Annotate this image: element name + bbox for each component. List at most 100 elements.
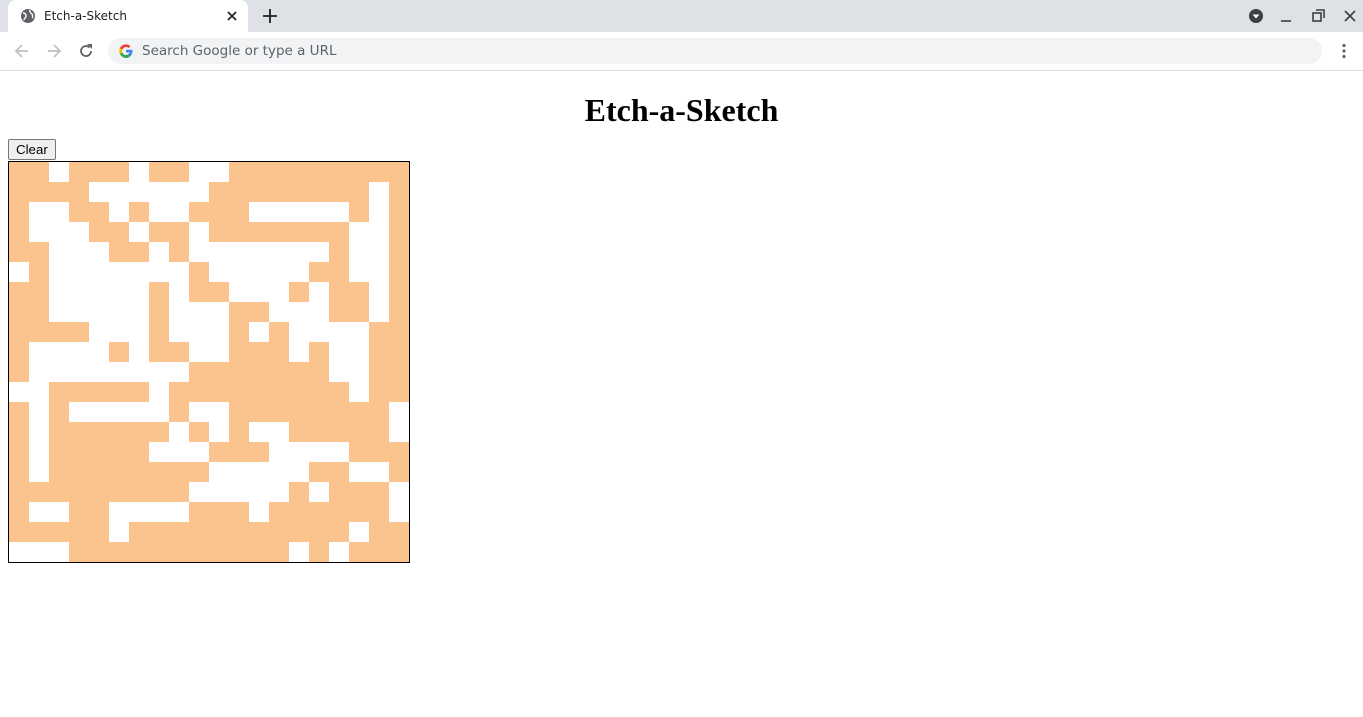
grid-cell[interactable] [389, 382, 409, 402]
grid-cell[interactable] [269, 222, 289, 242]
grid-cell[interactable] [209, 542, 229, 562]
grid-cell[interactable] [229, 442, 249, 462]
grid-cell[interactable] [189, 282, 209, 302]
grid-cell[interactable] [249, 322, 269, 342]
grid-cell[interactable] [349, 322, 369, 342]
grid-cell[interactable] [229, 402, 249, 422]
grid-cell[interactable] [389, 322, 409, 342]
grid-cell[interactable] [269, 342, 289, 362]
grid-cell[interactable] [329, 182, 349, 202]
grid-cell[interactable] [69, 482, 89, 502]
grid-cell[interactable] [229, 322, 249, 342]
grid-cell[interactable] [9, 382, 29, 402]
grid-cell[interactable] [109, 382, 129, 402]
grid-cell[interactable] [269, 382, 289, 402]
grid-cell[interactable] [49, 242, 69, 262]
grid-cell[interactable] [369, 182, 389, 202]
grid-cell[interactable] [189, 362, 209, 382]
grid-cell[interactable] [349, 342, 369, 362]
grid-cell[interactable] [389, 502, 409, 522]
grid-cell[interactable] [109, 262, 129, 282]
grid-cell[interactable] [29, 522, 49, 542]
grid-cell[interactable] [369, 522, 389, 542]
grid-cell[interactable] [309, 322, 329, 342]
grid-cell[interactable] [249, 242, 269, 262]
grid-cell[interactable] [329, 362, 349, 382]
grid-cell[interactable] [249, 362, 269, 382]
grid-cell[interactable] [209, 262, 229, 282]
grid-cell[interactable] [329, 422, 349, 442]
grid-cell[interactable] [9, 542, 29, 562]
grid-cell[interactable] [349, 422, 369, 442]
grid-cell[interactable] [249, 482, 269, 502]
grid-cell[interactable] [89, 462, 109, 482]
grid-cell[interactable] [229, 462, 249, 482]
grid-cell[interactable] [9, 422, 29, 442]
grid-cell[interactable] [129, 222, 149, 242]
grid-cell[interactable] [169, 262, 189, 282]
grid-cell[interactable] [329, 242, 349, 262]
grid-cell[interactable] [389, 222, 409, 242]
forward-arrow-icon[interactable] [44, 41, 64, 61]
grid-cell[interactable] [49, 162, 69, 182]
grid-cell[interactable] [349, 522, 369, 542]
grid-cell[interactable] [169, 362, 189, 382]
grid-cell[interactable] [69, 542, 89, 562]
grid-cell[interactable] [309, 222, 329, 242]
grid-cell[interactable] [289, 462, 309, 482]
grid-cell[interactable] [109, 402, 129, 422]
grid-cell[interactable] [249, 222, 269, 242]
grid-cell[interactable] [149, 202, 169, 222]
grid-cell[interactable] [329, 522, 349, 542]
grid-cell[interactable] [289, 362, 309, 382]
grid-cell[interactable] [229, 182, 249, 202]
grid-cell[interactable] [389, 202, 409, 222]
grid-cell[interactable] [29, 462, 49, 482]
grid-cell[interactable] [49, 282, 69, 302]
grid-cell[interactable] [209, 382, 229, 402]
grid-cell[interactable] [29, 442, 49, 462]
grid-cell[interactable] [89, 422, 109, 442]
grid-cell[interactable] [169, 222, 189, 242]
grid-cell[interactable] [369, 502, 389, 522]
grid-cell[interactable] [389, 182, 409, 202]
grid-cell[interactable] [49, 222, 69, 242]
grid-cell[interactable] [29, 322, 49, 342]
grid-cell[interactable] [349, 302, 369, 322]
grid-cell[interactable] [49, 362, 69, 382]
grid-cell[interactable] [49, 262, 69, 282]
grid-cell[interactable] [369, 262, 389, 282]
grid-cell[interactable] [249, 502, 269, 522]
grid-cell[interactable] [89, 202, 109, 222]
grid-cell[interactable] [229, 162, 249, 182]
grid-cell[interactable] [9, 182, 29, 202]
grid-cell[interactable] [289, 182, 309, 202]
grid-cell[interactable] [329, 402, 349, 422]
grid-cell[interactable] [129, 362, 149, 382]
grid-cell[interactable] [29, 402, 49, 422]
grid-cell[interactable] [69, 442, 89, 462]
grid-cell[interactable] [9, 402, 29, 422]
grid-cell[interactable] [289, 402, 309, 422]
grid-cell[interactable] [169, 442, 189, 462]
grid-cell[interactable] [189, 162, 209, 182]
grid-cell[interactable] [49, 502, 69, 522]
grid-cell[interactable] [329, 462, 349, 482]
grid-cell[interactable] [109, 342, 129, 362]
grid-cell[interactable] [129, 162, 149, 182]
grid-cell[interactable] [349, 542, 369, 562]
grid-cell[interactable] [9, 202, 29, 222]
grid-cell[interactable] [369, 322, 389, 342]
sketch-grid[interactable] [8, 161, 410, 563]
grid-cell[interactable] [109, 322, 129, 342]
grid-cell[interactable] [249, 542, 269, 562]
grid-cell[interactable] [129, 422, 149, 442]
grid-cell[interactable] [89, 162, 109, 182]
grid-cell[interactable] [209, 522, 229, 542]
grid-cell[interactable] [9, 482, 29, 502]
grid-cell[interactable] [129, 462, 149, 482]
grid-cell[interactable] [189, 342, 209, 362]
grid-cell[interactable] [189, 322, 209, 342]
grid-cell[interactable] [129, 442, 149, 462]
grid-cell[interactable] [329, 302, 349, 322]
